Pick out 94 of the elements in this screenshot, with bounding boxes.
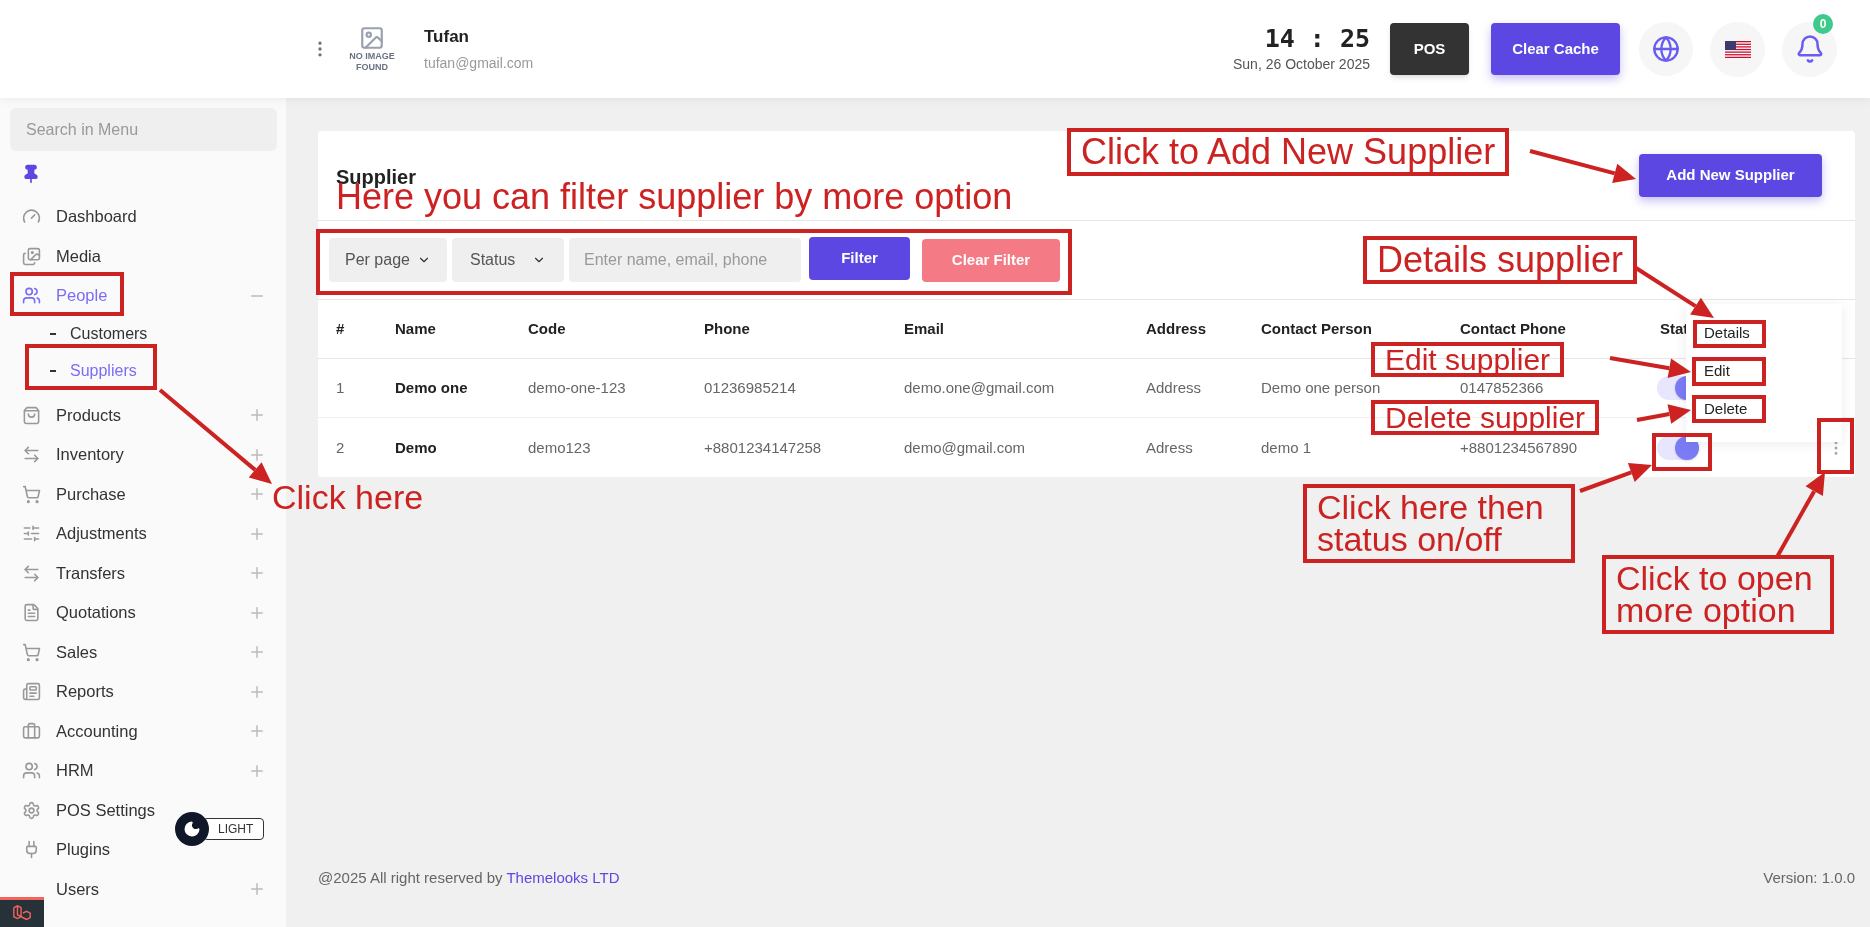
people-icon: [22, 286, 41, 306]
dash-icon: [50, 370, 56, 372]
bag-icon: [22, 405, 41, 425]
menu-item[interactable]: Products: [56, 402, 122, 428]
annotation-text: Click here: [272, 480, 424, 514]
table-cell: 2: [336, 438, 345, 456]
table-cell: demo123: [528, 438, 591, 456]
annotation-callout: Click to open more option: [1602, 555, 1834, 634]
annotation-arrow: [1636, 404, 1691, 424]
per-page-select[interactable]: Per page: [329, 238, 447, 282]
annotation-callout: Details supplier: [1363, 236, 1638, 285]
table-cell: demo@gmail.com: [904, 438, 1026, 456]
submenu-item[interactable]: Customers: [70, 322, 148, 346]
notification-badge: 0: [1813, 13, 1833, 34]
annotation-callout: Click here then status on/off: [1303, 484, 1575, 563]
menu-item[interactable]: People: [56, 283, 108, 309]
annotation-callout: Click to Add New Supplier: [1067, 128, 1510, 177]
column-header: Code: [528, 320, 566, 337]
column-header: Email: [904, 320, 945, 337]
menu-item[interactable]: Media: [56, 243, 101, 269]
menu-option[interactable]: Delete: [1704, 398, 1842, 420]
table-cell: demo.one@gmail.com: [904, 379, 1055, 396]
image-placeholder-icon: [359, 25, 385, 51]
menu-item[interactable]: HRM: [56, 758, 94, 784]
clear-cache-button[interactable]: Clear Cache: [1491, 23, 1620, 75]
table-cell: 01236985214: [704, 379, 796, 396]
avatar-placeholder-text: NO IMAGE FOUND: [348, 51, 396, 73]
report-icon: [22, 682, 41, 702]
menu-item[interactable]: Plugins: [56, 837, 111, 863]
arrows-icon: [22, 563, 41, 583]
menu-item[interactable]: Sales: [56, 639, 98, 665]
cart-icon: [22, 642, 41, 662]
table-cell: 0147852366: [1460, 379, 1544, 396]
clock-time: 14 : 25: [1264, 23, 1370, 54]
flag-icon: [1724, 40, 1751, 58]
pin-icon[interactable]: [21, 164, 41, 184]
menu-item[interactable]: POS Settings: [56, 797, 156, 823]
menu-item[interactable]: Users: [56, 876, 100, 902]
company-link[interactable]: Themelooks LTD: [506, 868, 620, 886]
menu-item[interactable]: Reports: [56, 679, 114, 705]
table-cell: Demo: [395, 438, 437, 456]
column-header: Phone: [704, 320, 750, 337]
clock-date: Sun, 26 October 2025: [1233, 54, 1370, 74]
moon-icon: [175, 812, 209, 846]
annotation-callout: Delete supplier: [1371, 400, 1600, 435]
debug-bar-button[interactable]: [0, 897, 44, 927]
table-cell: demo 1: [1261, 438, 1312, 456]
table-cell: Adress: [1146, 438, 1193, 456]
image-icon: [22, 246, 41, 266]
user-name: Tufan: [424, 25, 470, 48]
column-header: Stat: [1660, 320, 1689, 337]
annotation-callout: Edit supplier: [1371, 342, 1565, 377]
filter-button[interactable]: Filter: [809, 237, 910, 280]
highlight-frame: [1817, 418, 1854, 474]
highlight-frame: [1652, 433, 1712, 471]
menu-item[interactable]: Inventory: [56, 442, 124, 468]
column-header: #: [336, 320, 345, 337]
briefcase-icon: [22, 721, 41, 741]
table-cell: +8801234147258: [704, 438, 822, 456]
table-cell: demo-one-123: [528, 379, 626, 396]
menu-item[interactable]: Transfers: [56, 560, 126, 586]
menu-option[interactable]: Details: [1704, 322, 1842, 344]
search-field[interactable]: Enter name, email, phone: [569, 238, 801, 282]
column-header: Contact Phone: [1460, 320, 1566, 337]
table-cell: Demo one person: [1261, 379, 1381, 396]
column-header: Contact Person: [1261, 320, 1372, 337]
arrows-icon: [22, 445, 41, 465]
copyright-text: @2025 All right reserved by Themelooks LTD: [318, 867, 620, 888]
dash-icon: [50, 333, 56, 335]
menu-item[interactable]: Adjustments: [56, 521, 147, 547]
user-email: tufan@gmail.com: [424, 54, 534, 74]
menu-search-field[interactable]: Search in Menu: [10, 108, 277, 151]
version-text: Version: 1.0.0: [1763, 867, 1855, 888]
table-cell: Demo one: [395, 379, 468, 396]
submenu-item[interactable]: Suppliers: [70, 359, 137, 383]
menu-item[interactable]: Dashboard: [56, 204, 137, 230]
column-header: Name: [395, 320, 436, 337]
table-cell: 1: [336, 379, 345, 396]
add-supplier-button[interactable]: Add New Supplier: [1639, 154, 1822, 197]
gear-icon: [22, 800, 41, 820]
cart-icon: [22, 484, 41, 504]
people-icon: [22, 761, 41, 781]
menu-item[interactable]: Quotations: [56, 600, 136, 626]
pos-button[interactable]: POS: [1390, 23, 1469, 75]
status-select[interactable]: Status: [452, 238, 564, 282]
document-icon: [22, 603, 41, 623]
table-cell: +8801234567890: [1460, 438, 1578, 456]
menu-option[interactable]: Edit: [1704, 360, 1842, 382]
table-cell: Address: [1146, 379, 1202, 396]
globe-icon: [1652, 35, 1680, 63]
menu-item[interactable]: Accounting: [56, 718, 138, 744]
sliders-icon: [22, 524, 41, 544]
menu-item[interactable]: Purchase: [56, 481, 126, 507]
column-header: Address: [1146, 320, 1207, 337]
